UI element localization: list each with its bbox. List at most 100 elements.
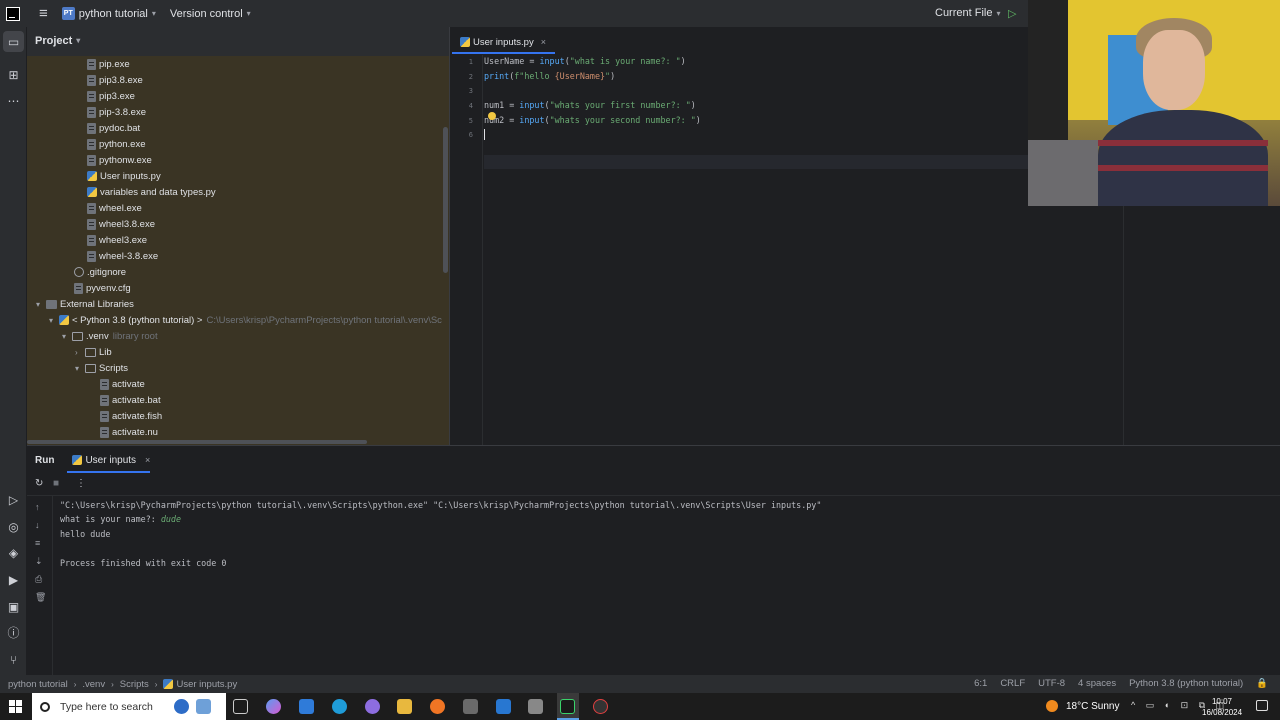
tree-item-external-libraries[interactable]: ▾ External Libraries <box>36 296 134 312</box>
library-icon <box>46 299 57 309</box>
tree-item[interactable]: activate <box>100 376 145 392</box>
tree-item[interactable]: variables and data types.py <box>87 184 216 200</box>
lock-icon[interactable]: 🔒 <box>1256 678 1268 689</box>
close-icon[interactable]: × <box>145 455 150 465</box>
trash-icon[interactable]: 🗑 <box>35 592 46 603</box>
edge-icon[interactable] <box>332 699 347 714</box>
editor-tab-user-inputs[interactable]: User inputs.py × <box>460 33 546 51</box>
project-vertical-scrollbar[interactable] <box>443 127 448 273</box>
folder-icon[interactable]: ▭ <box>3 31 24 52</box>
tree-item[interactable]: .gitignore <box>74 264 126 280</box>
chevron-down-icon[interactable]: ▾ <box>75 364 85 373</box>
project-horizontal-scrollbar[interactable] <box>27 440 367 444</box>
soft-wrap-icon[interactable]: ≡ <box>35 538 40 548</box>
tree-item[interactable]: python.exe <box>87 136 145 152</box>
print-icon[interactable]: ⎙ <box>35 574 42 585</box>
layers-icon[interactable]: ◈ <box>6 545 21 560</box>
indent-setting[interactable]: 4 spaces <box>1078 678 1116 689</box>
weather-widget[interactable]: 18°C Sunny <box>1046 700 1119 712</box>
tree-item[interactable]: wheel3.8.exe <box>87 216 155 232</box>
rerun-icon[interactable]: ↻ <box>35 478 43 489</box>
run-config-selector[interactable]: Current File ▾ <box>935 7 1000 19</box>
tree-item[interactable]: pip3.8.exe <box>87 72 143 88</box>
problems-icon[interactable]: ⓘ <box>6 625 21 640</box>
tree-item-lib[interactable]: › Lib <box>75 344 112 360</box>
sun-icon <box>1046 700 1058 712</box>
breadcrumb-item[interactable]: User inputs.py <box>176 679 237 690</box>
file-icon <box>100 410 109 422</box>
firefox-icon[interactable] <box>430 699 445 714</box>
git-icon[interactable]: ⑂ <box>6 652 21 667</box>
breadcrumb-item[interactable]: .venv <box>82 679 105 690</box>
services-icon[interactable]: ◎ <box>6 519 21 534</box>
pen-app-icon[interactable] <box>196 699 211 714</box>
pycharm-logo-icon[interactable] <box>6 6 20 21</box>
tree-item[interactable]: activate.bat <box>100 392 161 408</box>
line-separator[interactable]: CRLF <box>1000 678 1025 689</box>
tree-item[interactable]: pip3.exe <box>87 88 135 104</box>
chevron-down-icon[interactable]: ▾ <box>62 332 72 341</box>
tree-item-python-sdk[interactable]: ▾ < Python 3.8 (python tutorial) > C:\User… <box>49 312 442 328</box>
tree-item[interactable]: User inputs.py <box>87 168 161 184</box>
more-icon[interactable]: ⋮ <box>76 478 86 489</box>
app-icon[interactable] <box>365 699 380 714</box>
project-header[interactable]: Project ▾ <box>27 27 449 54</box>
lightbulb-icon[interactable] <box>488 112 496 120</box>
run-tab-label: User inputs <box>85 454 137 466</box>
close-icon[interactable]: × <box>541 37 546 47</box>
scroll-to-end-icon[interactable]: ⇣ <box>35 556 43 567</box>
file-explorer-icon[interactable] <box>397 699 412 714</box>
tree-item[interactable]: activate.fish <box>100 408 162 424</box>
run-panel-title[interactable]: Run <box>35 455 54 466</box>
breadcrumb-item[interactable]: python tutorial <box>8 679 68 690</box>
debug-icon[interactable]: ▶ <box>6 572 21 587</box>
store-icon[interactable] <box>299 699 314 714</box>
tree-item[interactable]: wheel.exe <box>87 200 142 216</box>
run-tab-user-inputs[interactable]: User inputs × <box>72 455 150 466</box>
tree-item-scripts[interactable]: ▾ Scripts <box>75 360 128 376</box>
chevron-down-icon[interactable]: ▾ <box>36 300 46 309</box>
obs-icon[interactable] <box>593 699 608 714</box>
stop-icon[interactable]: ■ <box>53 478 59 489</box>
window-app-icon[interactable] <box>496 699 511 714</box>
version-control-menu[interactable]: Version control ▾ <box>170 8 251 20</box>
tree-item-venv[interactable]: ▾ .venv library root <box>62 328 158 344</box>
run-tool-icon[interactable]: ▷ <box>6 492 21 507</box>
arrow-down-icon[interactable]: ↓ <box>35 520 40 530</box>
python-file-icon <box>87 171 97 181</box>
tree-item[interactable]: pythonw.exe <box>87 152 152 168</box>
more-icon[interactable]: ⋯ <box>6 93 21 108</box>
run-side-toolbar: ↑ ↓ ≡ ⇣ ⎙ 🗑 <box>27 496 53 676</box>
tree-item[interactable]: pip-3.8.exe <box>87 104 146 120</box>
clock[interactable]: 10:07 16/08/2024 <box>1202 696 1242 718</box>
arrow-up-icon[interactable]: ↑ <box>35 502 40 512</box>
breadcrumb-item[interactable]: Scripts <box>120 679 149 690</box>
copilot-icon[interactable] <box>174 699 189 714</box>
pycharm-icon[interactable] <box>560 699 575 714</box>
structure-icon[interactable]: ⊞ <box>6 67 21 82</box>
chevron-down-icon[interactable]: ▾ <box>49 316 59 325</box>
python-interpreter[interactable]: Python 3.8 (python tutorial) <box>1129 678 1243 689</box>
clock-date: 16/08/2024 <box>1202 708 1243 717</box>
chevron-right-icon[interactable]: › <box>75 348 85 357</box>
project-selector[interactable]: PT python tutorial ▾ <box>61 7 156 20</box>
terminal-icon[interactable]: ▣ <box>6 599 21 614</box>
caret-position[interactable]: 6:1 <box>974 678 987 689</box>
notification-icon[interactable] <box>1256 700 1268 711</box>
run-icon[interactable]: ▷ <box>1008 7 1016 20</box>
tree-item[interactable]: pip.exe <box>87 56 130 72</box>
clock-time: 10:07 <box>1211 697 1233 706</box>
tree-item[interactable]: wheel-3.8.exe <box>87 248 158 264</box>
run-config-label: Current File <box>935 7 993 19</box>
app-icon[interactable] <box>528 699 543 714</box>
task-view-icon[interactable] <box>233 699 248 714</box>
tree-item[interactable]: activate.nu <box>100 424 158 440</box>
copilot-app-icon[interactable] <box>266 699 281 714</box>
file-encoding[interactable]: UTF-8 <box>1038 678 1065 689</box>
tree-item[interactable]: pydoc.bat <box>87 120 140 136</box>
hamburger-icon[interactable]: ≡ <box>39 5 48 22</box>
tree-item[interactable]: wheel3.exe <box>87 232 147 248</box>
windows-start-icon[interactable] <box>9 700 22 713</box>
tree-item[interactable]: pyvenv.cfg <box>74 280 131 296</box>
unity-icon[interactable] <box>463 699 478 714</box>
